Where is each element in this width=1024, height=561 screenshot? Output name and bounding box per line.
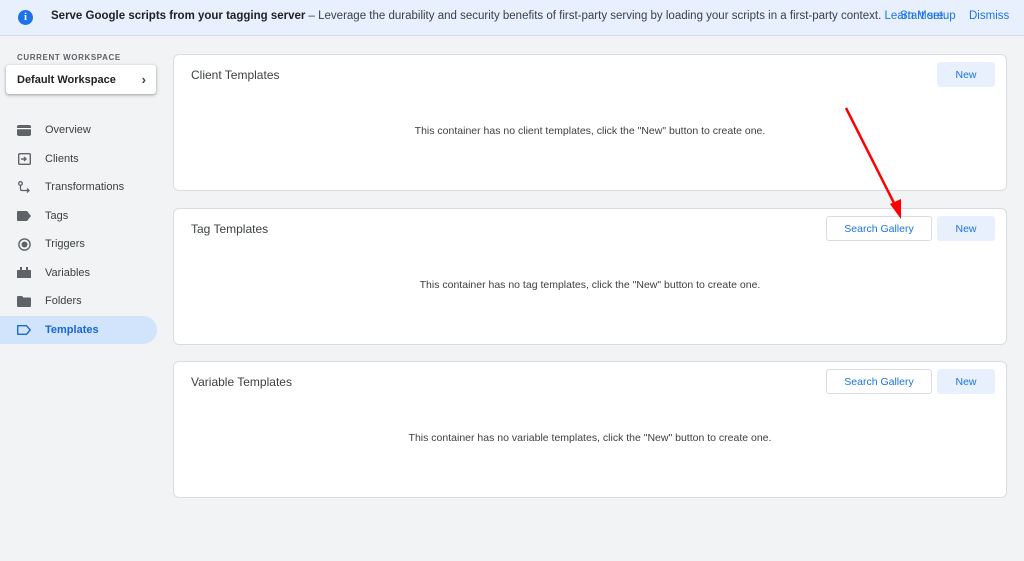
- template-icon: [17, 324, 31, 336]
- client-templates-card: Client Templates New This container has …: [173, 54, 1007, 191]
- tag-templates-card: Tag Templates Search Gallery New This co…: [173, 208, 1007, 345]
- start-setup-button[interactable]: Start setup: [900, 10, 956, 22]
- empty-state-message: This container has no client templates, …: [414, 125, 766, 137]
- workspace-name: Default Workspace: [17, 73, 116, 86]
- sidebar-item-tags[interactable]: Tags: [0, 202, 157, 231]
- sidebar-item-clients[interactable]: Clients: [0, 145, 157, 174]
- search-gallery-button[interactable]: Search Gallery: [826, 216, 932, 241]
- card-title: Tag Templates: [191, 222, 269, 236]
- empty-state-message: This container has no tag templates, cli…: [419, 279, 761, 291]
- sidebar-item-label: Clients: [45, 152, 79, 165]
- sidebar-item-variables[interactable]: Variables: [0, 259, 157, 288]
- sidebar-item-label: Variables: [45, 266, 91, 279]
- trigger-icon: [17, 237, 31, 251]
- card-title: Variable Templates: [191, 375, 292, 389]
- sidebar-item-templates[interactable]: Templates: [0, 315, 157, 344]
- workspace-selector[interactable]: Default Workspace ›: [6, 65, 156, 94]
- sidebar-item-transformations[interactable]: Transformations: [0, 173, 157, 202]
- dismiss-button[interactable]: Dismiss: [969, 10, 1009, 22]
- chevron-right-icon: ›: [141, 72, 146, 87]
- sidebar-item-folders[interactable]: Folders: [0, 287, 157, 316]
- sidebar-item-label: Templates: [45, 323, 99, 336]
- overview-icon: [17, 124, 31, 136]
- sidebar-item-label: Triggers: [45, 238, 85, 250]
- card-title: Client Templates: [191, 68, 280, 82]
- sidebar-item-label: Overview: [45, 124, 91, 136]
- variables-icon: [17, 267, 31, 279]
- sidebar-item-overview[interactable]: Overview: [0, 116, 157, 145]
- sidebar-item-label: Transformations: [45, 181, 125, 193]
- sidebar-nav: Overview Clients Transformations Tags Tr…: [0, 116, 157, 344]
- info-icon: i: [18, 10, 33, 25]
- new-variable-template-button[interactable]: New: [937, 369, 995, 394]
- clients-icon: [17, 152, 31, 165]
- workspace-label: CURRENT WORKSPACE: [17, 53, 121, 62]
- empty-state-message: This container has no variable templates…: [408, 432, 772, 444]
- banner-message: Serve Google scripts from your tagging s…: [51, 10, 946, 22]
- transformations-icon: [17, 181, 31, 193]
- sidebar-item-label: Folders: [45, 295, 82, 307]
- search-gallery-button[interactable]: Search Gallery: [826, 369, 932, 394]
- banner-title: Serve Google scripts from your tagging s…: [51, 10, 306, 22]
- sidebar-item-label: Tags: [45, 209, 69, 222]
- folder-icon: [17, 295, 31, 307]
- new-client-template-button[interactable]: New: [937, 62, 995, 87]
- sidebar-item-triggers[interactable]: Triggers: [0, 230, 157, 259]
- banner-body: – Leverage the durability and security b…: [305, 10, 885, 22]
- tag-icon: [17, 210, 31, 222]
- new-tag-template-button[interactable]: New: [937, 216, 995, 241]
- setup-banner: i Serve Google scripts from your tagging…: [0, 0, 1024, 36]
- variable-templates-card: Variable Templates Search Gallery New Th…: [173, 361, 1007, 498]
